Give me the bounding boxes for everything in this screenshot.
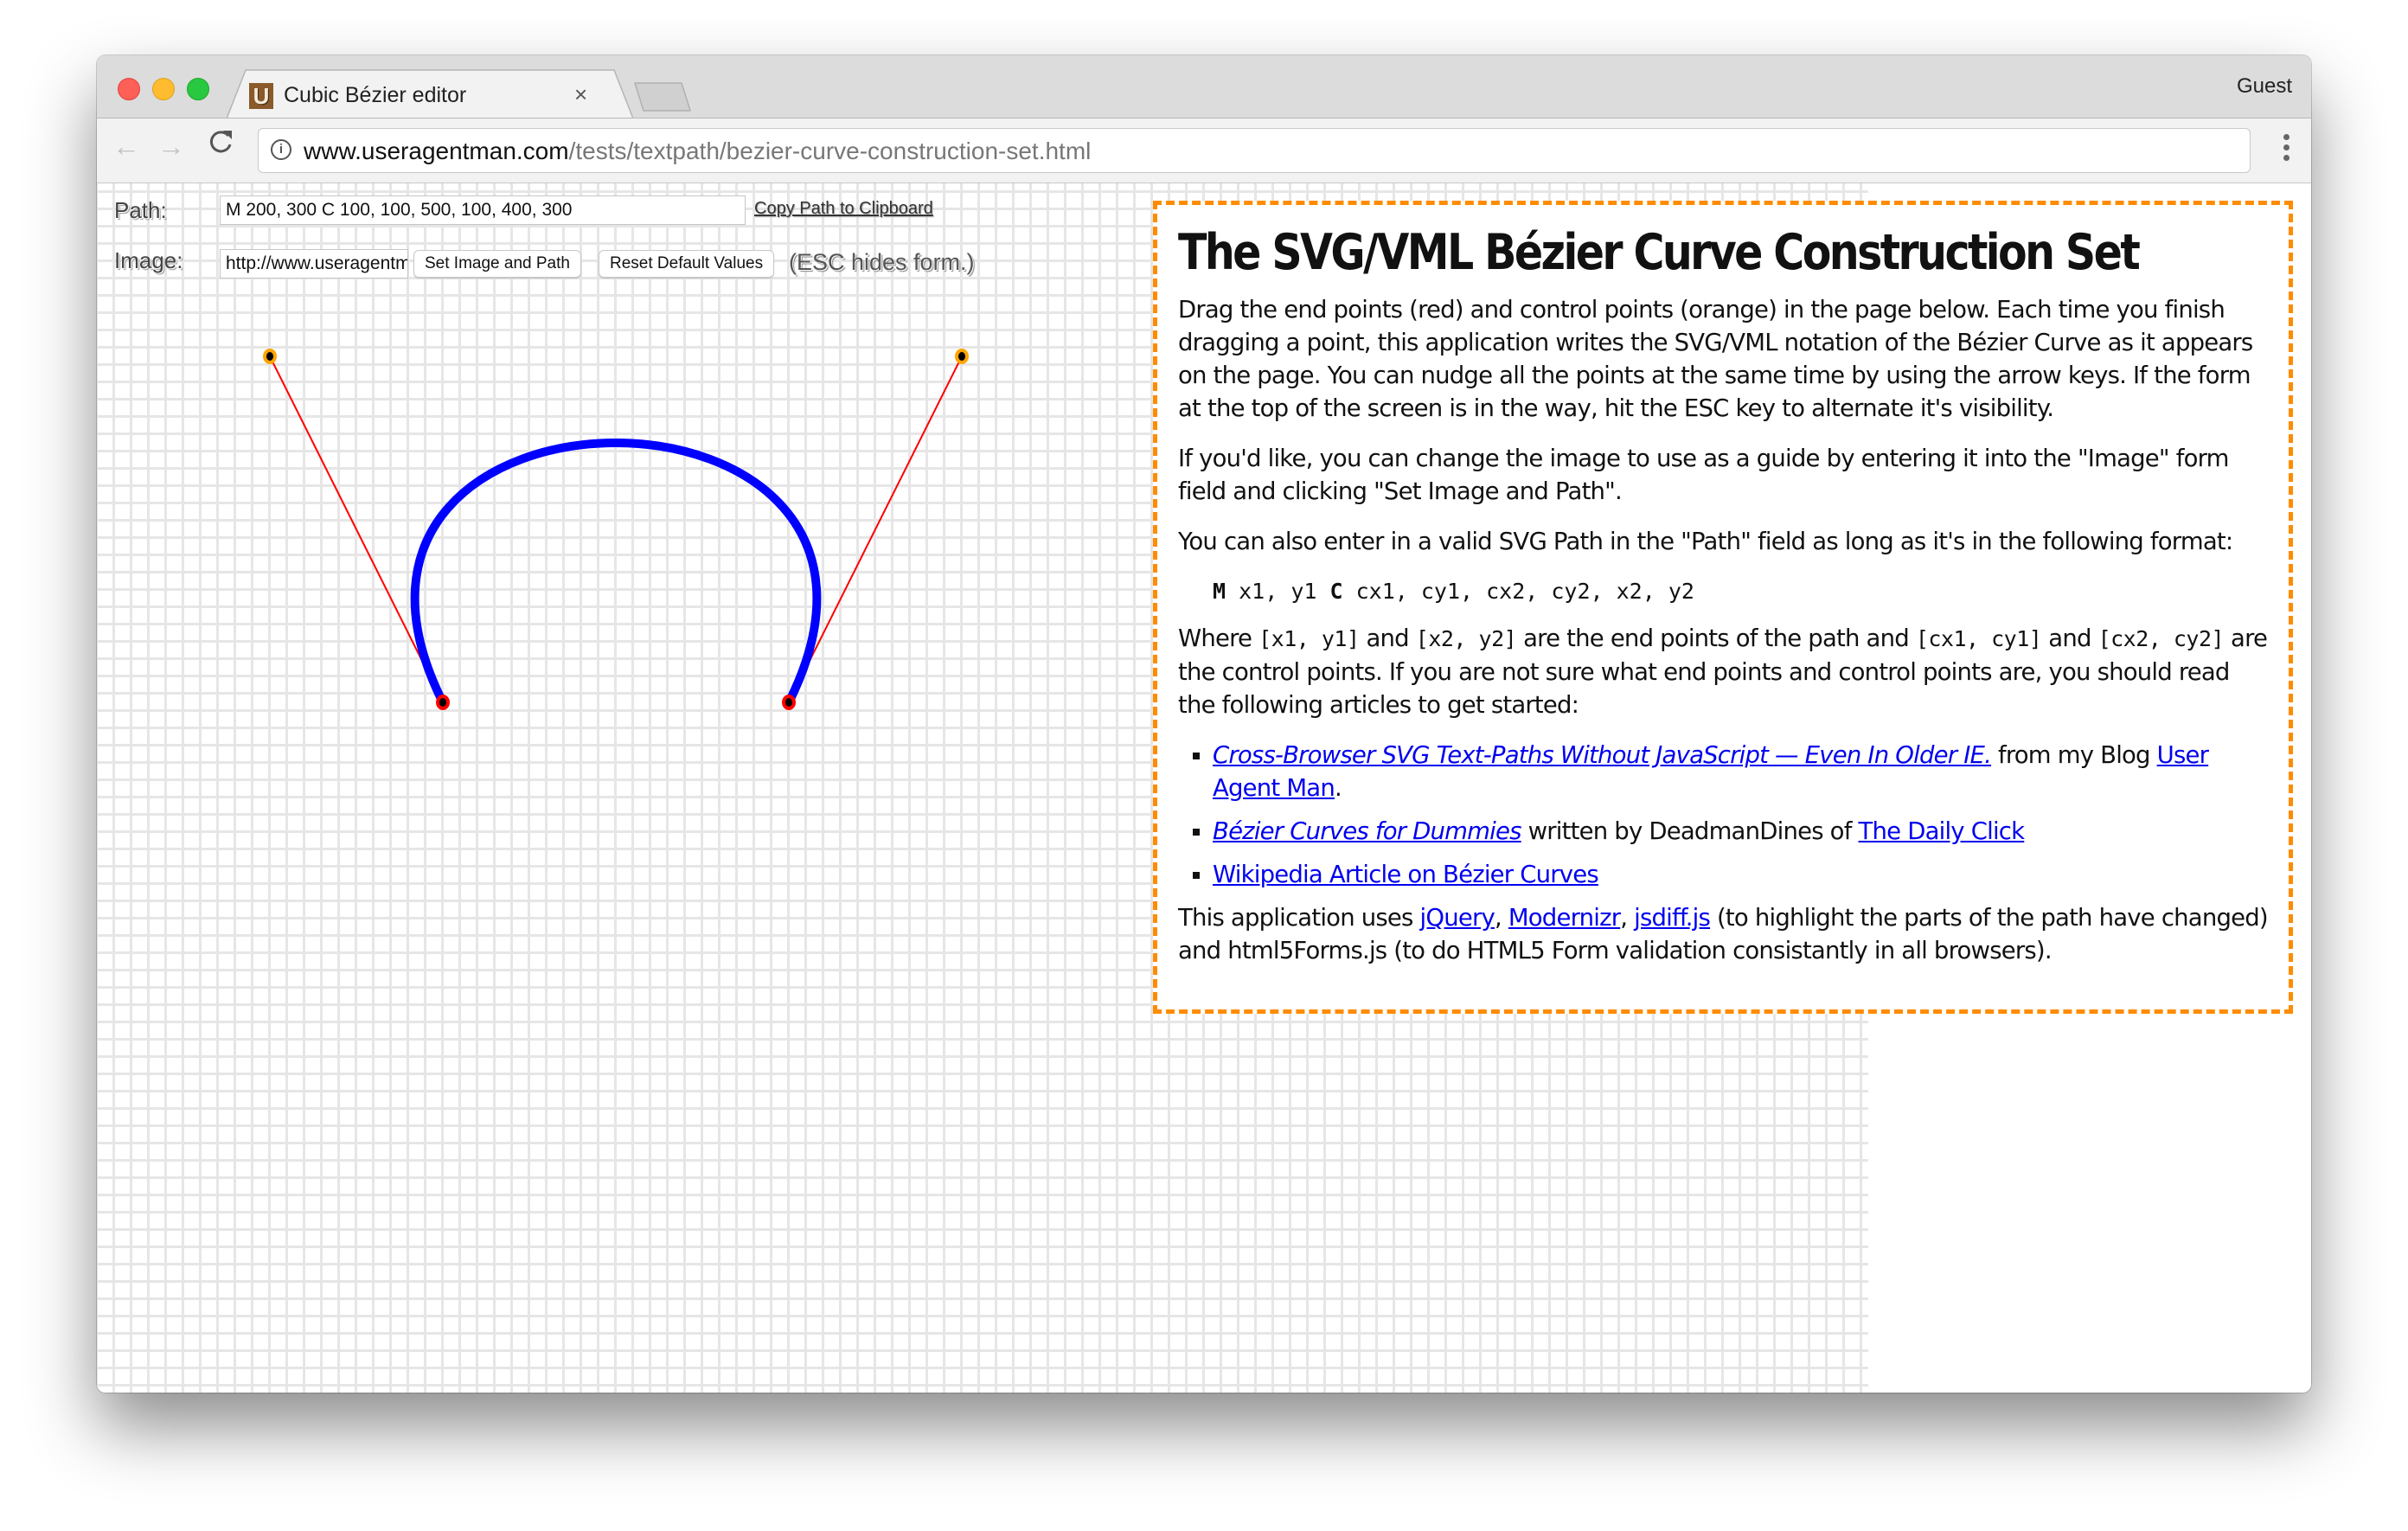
- list-text: written by DeadmanDines of: [1521, 817, 1859, 845]
- path-format-code: M x1, y1 C cx1, cy1, cx2, cy2, x2, y2: [1213, 575, 2268, 608]
- tab-active[interactable]: U Cubic Bézier editor ×: [227, 69, 633, 119]
- path-label: Path:: [114, 197, 167, 223]
- image-paragraph: If you'd like, you can change the image …: [1178, 445, 2229, 505]
- footer-paragraph: This application uses jQuery, Modernizr,…: [1178, 901, 2269, 967]
- end-point-end-center[interactable]: [785, 698, 792, 707]
- reload-icon: [209, 131, 232, 153]
- favicon-icon: U: [249, 83, 273, 109]
- article-list: Cross-Browser SVG Text-Paths Without Jav…: [1178, 739, 2268, 891]
- jquery-link[interactable]: jQuery: [1420, 904, 1495, 932]
- maximize-window-button[interactable]: [187, 78, 209, 100]
- page-title: The SVG/VML Bézier Curve Construction Se…: [1178, 224, 2141, 281]
- url-host: www.useragentman.com: [304, 138, 569, 164]
- wikipedia-link[interactable]: Wikipedia Article on Bézier Curves: [1213, 861, 1599, 888]
- tab-close-icon[interactable]: ×: [574, 81, 587, 108]
- tab-title: Cubic Bézier editor: [284, 83, 467, 107]
- footer-text: ,: [1620, 904, 1635, 932]
- jsdiff-link[interactable]: jsdiff.js: [1634, 904, 1711, 932]
- address-bar[interactable]: i www.useragentman.com/tests/textpath/be…: [258, 128, 2251, 173]
- browser-window: U Cubic Bézier editor × Guest ← → i www.…: [97, 55, 2311, 1393]
- handle-line-end: [788, 356, 963, 703]
- code-c: C: [1329, 579, 1343, 604]
- back-button[interactable]: ←: [112, 131, 140, 163]
- end-point-start-center[interactable]: [439, 698, 446, 707]
- list-item: Cross-Browser SVG Text-Paths Without Jav…: [1213, 739, 2268, 804]
- footer-text: This application uses: [1178, 904, 1420, 932]
- article-link[interactable]: Bézier Curves for Dummies: [1213, 817, 1521, 845]
- menu-icon[interactable]: [2283, 134, 2290, 165]
- modernizr-link[interactable]: Modernizr: [1508, 904, 1621, 932]
- code-ctrl2: [cx2, cy2]: [2097, 626, 2225, 651]
- esc-hint: (ESC hides form.): [789, 249, 975, 275]
- info-panel: The SVG/VML Bézier Curve Construction Se…: [1153, 201, 2293, 1014]
- toolbar: ← → i www.useragentman.com/tests/textpat…: [97, 118, 2311, 183]
- list-item: Wikipedia Article on Bézier Curves: [1213, 858, 2268, 891]
- path-input[interactable]: M 200, 300 C 100, 100, 500, 100, 400, 30…: [220, 195, 746, 225]
- new-tab-button[interactable]: [633, 81, 694, 112]
- reset-default-values-button[interactable]: Reset Default Values: [599, 250, 775, 278]
- image-input[interactable]: http://www.useragentman.com/: [220, 249, 408, 279]
- where-text: and: [2041, 625, 2098, 652]
- control-point-1-center[interactable]: [266, 352, 273, 361]
- bezier-curve: [410, 439, 822, 705]
- code-end2: [x2, y2]: [1415, 626, 1517, 651]
- code-ctrl1: [cx1, cy1]: [1915, 626, 2042, 651]
- url-text[interactable]: www.useragentman.com/tests/textpath/bezi…: [304, 138, 1091, 165]
- list-text: .: [1334, 774, 1342, 802]
- path-format-paragraph: You can also enter in a valid SVG Path i…: [1178, 528, 2233, 555]
- copy-path-link[interactable]: Copy Path to Clipboard: [754, 199, 933, 219]
- url-path: /tests/textpath/bezier-curve-constructio…: [568, 138, 1092, 164]
- code-a: x1, y1: [1226, 579, 1330, 604]
- forward-button[interactable]: →: [157, 131, 185, 163]
- profile-guest[interactable]: Guest: [2237, 74, 2292, 99]
- tab-bar: U Cubic Bézier editor × Guest: [97, 55, 2311, 119]
- where-text: are the end points of the path and: [1516, 625, 1916, 652]
- where-paragraph: Where [x1, y1] and [x2, y2] are the end …: [1178, 622, 2268, 721]
- set-image-and-path-button[interactable]: Set Image and Path: [413, 250, 581, 278]
- footer-text: ,: [1494, 904, 1508, 932]
- code-end1: [x1, y1]: [1258, 626, 1360, 651]
- control-point-2-center[interactable]: [958, 352, 965, 361]
- minimize-window-button[interactable]: [152, 78, 175, 100]
- page-content: Path: M 200, 300 C 100, 100, 500, 100, 4…: [97, 183, 2311, 1393]
- list-item: Bézier Curves for Dummies written by Dea…: [1213, 815, 2268, 848]
- site-link[interactable]: The Daily Click: [1859, 817, 2026, 845]
- article-link[interactable]: Cross-Browser SVG Text-Paths Without Jav…: [1213, 741, 1992, 769]
- image-label: Image:: [114, 247, 183, 273]
- code-b: cx1, cy1, cx2, cy2, x2, y2: [1342, 579, 1694, 604]
- list-text: from my Blog: [1991, 741, 2157, 769]
- intro-paragraph: Drag the end points (red) and control po…: [1178, 296, 2253, 422]
- code-m: M: [1213, 579, 1226, 604]
- handle-line-start: [269, 356, 444, 703]
- where-text: Where: [1178, 625, 1259, 652]
- where-text: and: [1359, 625, 1416, 652]
- close-window-button[interactable]: [118, 78, 140, 100]
- reload-button[interactable]: [208, 127, 234, 164]
- info-icon[interactable]: i: [271, 139, 291, 160]
